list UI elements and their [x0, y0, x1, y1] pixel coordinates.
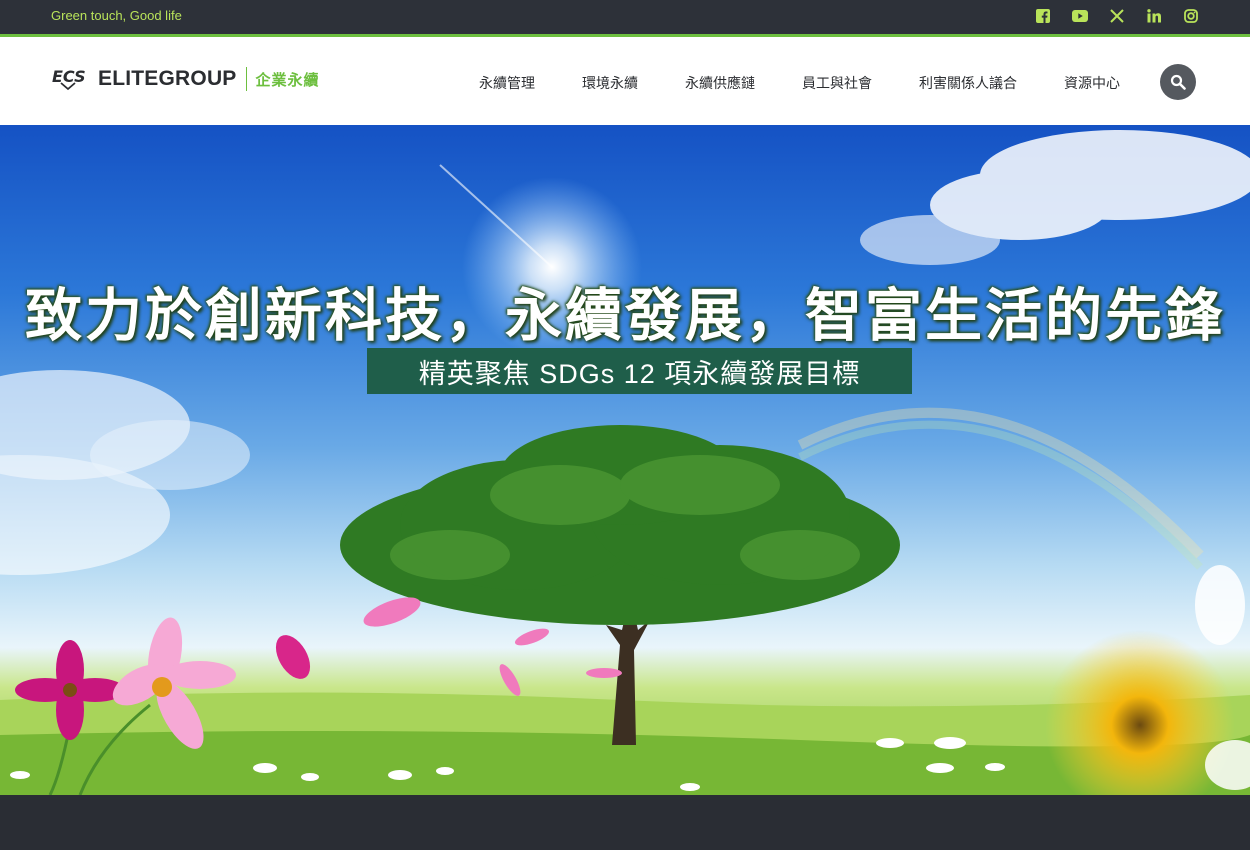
footer-band [0, 795, 1250, 850]
svg-text:ECS: ECS [52, 67, 86, 86]
logo[interactable]: ECS ELITEGROUP 企業永續 [51, 66, 320, 92]
linkedin-icon[interactable] [1145, 7, 1163, 25]
main-nav: 永續管理 環境永續 永續供應鏈 員工與社會 利害關係人議合 資源中心 [479, 73, 1120, 93]
nav-item-supply-chain[interactable]: 永續供應鏈 [685, 73, 755, 93]
instagram-icon[interactable] [1182, 7, 1200, 25]
hero-headline: 致力於創新科技，永續發展，智富生活的先鋒 [25, 284, 1225, 348]
top-bar: Green touch, Good life [0, 0, 1250, 37]
ecs-logo-icon: ECS [52, 67, 86, 91]
hero-banner: 致力於創新科技，永續發展，智富生活的先鋒 精英聚焦 SDGs 12 項永續發展目… [0, 125, 1250, 795]
hero-subtitle: 精英聚焦 SDGs 12 項永續發展目標 [418, 358, 861, 389]
tagline: Green touch, Good life [51, 8, 182, 23]
social-links [1034, 7, 1200, 25]
brand-name: ELITEGROUP [98, 67, 237, 90]
logo-divider [245, 67, 247, 91]
nav-item-stakeholders[interactable]: 利害關係人議合 [919, 73, 1017, 93]
nav-item-environment[interactable]: 環境永續 [582, 73, 638, 93]
search-icon [1170, 74, 1186, 90]
nav-item-sustainability-management[interactable]: 永續管理 [479, 73, 535, 93]
facebook-icon[interactable] [1034, 7, 1052, 25]
site-header: ECS ELITEGROUP 企業永續 永續管理 環境永續 永續供應鏈 員工與社… [0, 37, 1250, 125]
search-button[interactable] [1160, 64, 1196, 100]
nav-item-resources[interactable]: 資源中心 [1064, 73, 1120, 93]
section-title: 企業永續 [255, 71, 320, 89]
x-icon[interactable] [1108, 7, 1126, 25]
youtube-icon[interactable] [1071, 7, 1089, 25]
nav-item-employees-society[interactable]: 員工與社會 [802, 73, 872, 93]
hero-illustration [0, 130, 1250, 795]
hero-subtitle-box: 精英聚焦 SDGs 12 項永續發展目標 [367, 348, 912, 394]
